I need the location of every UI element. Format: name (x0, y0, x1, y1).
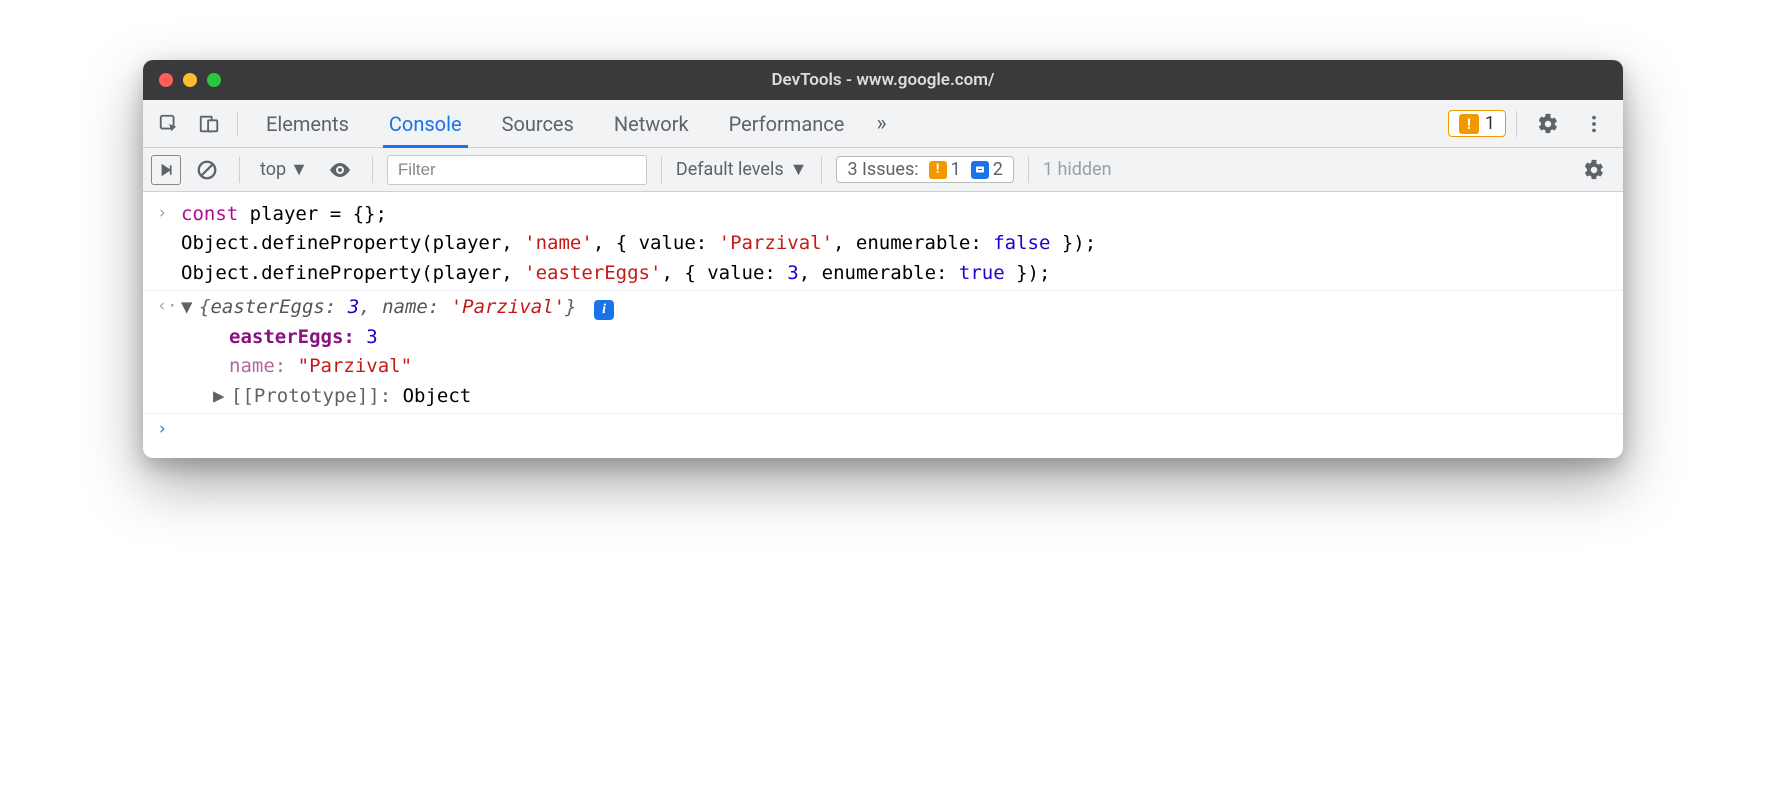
object-property-row[interactable]: name: "Parzival" (157, 352, 1609, 381)
divider (1516, 111, 1517, 137)
tab-console[interactable]: Console (371, 100, 480, 148)
issues-summary[interactable]: 3 Issues: ! 1 2 (836, 156, 1013, 183)
issues-indicator[interactable]: ! 1 (1448, 110, 1506, 137)
settings-icon[interactable] (1527, 113, 1569, 135)
divider (661, 157, 662, 183)
info-count: 2 (993, 159, 1003, 180)
close-window-button[interactable] (159, 73, 173, 87)
warning-icon: ! (1459, 114, 1479, 134)
info-icon (971, 161, 989, 179)
warning-icon: ! (929, 161, 947, 179)
tab-network[interactable]: Network (596, 100, 707, 148)
inspect-element-icon[interactable] (151, 106, 187, 142)
titlebar: DevTools - www.google.com/ (143, 60, 1623, 100)
warning-count: 1 (951, 159, 961, 180)
prompt-input[interactable] (181, 416, 1609, 442)
console-prompt-row[interactable]: › (143, 414, 1623, 444)
dropdown-caret-icon: ▼ (790, 159, 808, 180)
console-input-row: › const player = {}; Object.defineProper… (143, 198, 1623, 291)
divider (1028, 157, 1029, 183)
tabs-overflow-button[interactable]: » (866, 111, 896, 136)
execution-context-selector[interactable]: top ▼ (254, 159, 314, 180)
issues-count: 1 (1485, 113, 1495, 134)
live-expression-icon[interactable] (322, 152, 358, 188)
output-marker-icon: ‹· (157, 293, 181, 322)
console-settings-icon[interactable] (1573, 159, 1615, 181)
expand-caret-icon[interactable]: ▶ (213, 382, 227, 411)
input-marker-icon: › (157, 200, 181, 288)
prompt-marker-icon: › (157, 416, 181, 442)
divider (821, 157, 822, 183)
tab-elements[interactable]: Elements (248, 100, 367, 148)
console-body: › const player = {}; Object.defineProper… (143, 192, 1623, 458)
result-preview[interactable]: ▼{easterEggs: 3, name: 'Parzival'} i (181, 293, 1609, 322)
collapse-caret-icon[interactable]: ▼ (181, 293, 195, 322)
toggle-drawer-icon[interactable] (151, 155, 181, 185)
issues-label: 3 Issues: (847, 159, 918, 180)
prototype-row[interactable]: ▶[[Prototype]]: Object (157, 382, 1609, 411)
log-levels-selector[interactable]: Default levels ▼ (676, 159, 808, 180)
more-options-icon[interactable] (1573, 113, 1615, 135)
context-label: top (260, 159, 286, 180)
device-toolbar-icon[interactable] (191, 106, 227, 142)
tab-performance[interactable]: Performance (711, 100, 863, 148)
devtools-window: DevTools - www.google.com/ Elements Cons… (143, 60, 1623, 458)
zoom-window-button[interactable] (207, 73, 221, 87)
levels-label: Default levels (676, 159, 784, 180)
clear-console-icon[interactable] (189, 152, 225, 188)
info-icon[interactable]: i (594, 300, 614, 320)
divider (372, 157, 373, 183)
tab-sources[interactable]: Sources (484, 100, 592, 148)
code-input[interactable]: const player = {}; Object.defineProperty… (181, 200, 1609, 288)
filter-input[interactable] (387, 155, 647, 185)
divider (239, 157, 240, 183)
info-badge: 2 (971, 159, 1003, 180)
window-title: DevTools - www.google.com/ (143, 70, 1623, 90)
main-tabbar: Elements Console Sources Network Perform… (143, 100, 1623, 148)
console-toolbar: top ▼ Default levels ▼ 3 Issues: ! 1 2 (143, 148, 1623, 192)
traffic-lights (159, 73, 221, 87)
console-output-row: ‹· ▼{easterEggs: 3, name: 'Parzival'} i … (143, 291, 1623, 414)
divider (237, 111, 238, 137)
minimize-window-button[interactable] (183, 73, 197, 87)
warning-badge: ! 1 (929, 159, 961, 180)
object-property-row[interactable]: easterEggs: 3 (157, 323, 1609, 352)
dropdown-caret-icon: ▼ (290, 159, 308, 180)
hidden-messages-label: 1 hidden (1043, 159, 1112, 180)
